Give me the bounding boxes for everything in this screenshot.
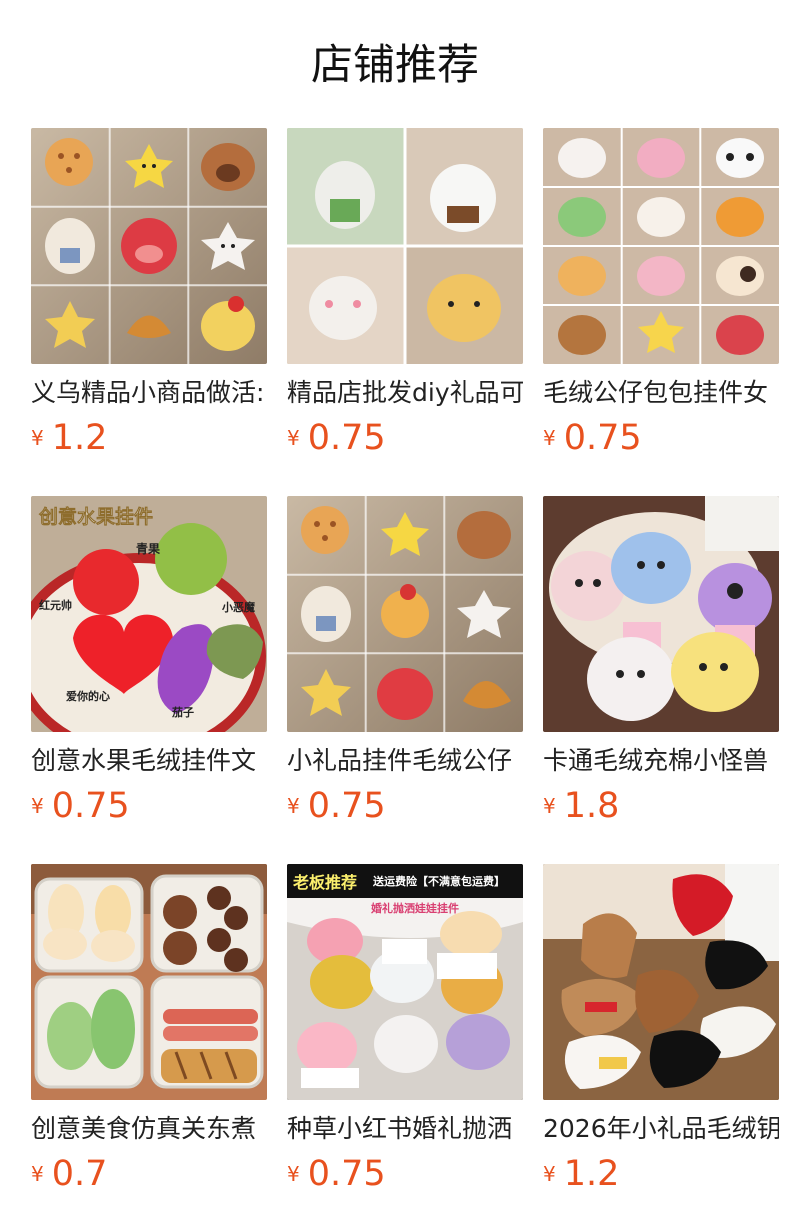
- product-price: ¥1.2: [31, 416, 107, 460]
- product-title[interactable]: 创意美食仿真关东煮: [31, 1112, 267, 1146]
- price-value: 1.8: [563, 786, 620, 826]
- product-image-plush-grid[interactable]: [287, 128, 523, 364]
- currency-symbol: ¥: [287, 1162, 300, 1186]
- product-image-horse-plush[interactable]: [543, 864, 779, 1100]
- fruit-label-red-apple: 红元帅: [39, 598, 72, 612]
- product-price: ¥1.8: [543, 784, 619, 828]
- fruit-label-monster: 小恶魔: [221, 600, 256, 614]
- page-title: 店铺推荐: [310, 40, 479, 89]
- product-card[interactable]: 创意水果挂件 青果 红元帅 小恶魔 爱你的心 茄子 创意水果毛绒挂件文 ¥0.7…: [31, 496, 267, 836]
- price-value: 1.2: [51, 418, 108, 458]
- product-title[interactable]: 毛绒公仔包包挂件女: [543, 376, 779, 410]
- product-title[interactable]: 精品店批发diy礼品可: [287, 376, 523, 410]
- wedding-label-product: 婚礼抛洒娃娃挂件: [371, 901, 459, 915]
- product-card[interactable]: 老板推荐 送运费险【不满意包运费】 婚礼抛洒娃娃挂件 种草小红书婚礼抛洒 ¥0.…: [287, 864, 523, 1204]
- wedding-label-boss: 老板推荐: [292, 873, 357, 892]
- product-card[interactable]: 义乌精品小商品做活: ¥1.2: [31, 128, 267, 468]
- currency-symbol: ¥: [287, 794, 300, 818]
- fruit-label-green-apple: 青果: [136, 541, 160, 556]
- product-image-plush-grid[interactable]: [287, 496, 523, 732]
- product-price: ¥0.75: [31, 784, 130, 828]
- product-card[interactable]: 卡通毛绒充棉小怪兽 ¥1.8: [543, 496, 779, 836]
- product-title[interactable]: 种草小红书婚礼抛洒: [287, 1112, 523, 1146]
- product-title[interactable]: 卡通毛绒充棉小怪兽: [543, 744, 779, 778]
- price-value: 0.75: [51, 786, 130, 826]
- price-value: 0.7: [51, 1154, 108, 1194]
- currency-symbol: ¥: [543, 794, 556, 818]
- price-value: 0.75: [307, 786, 386, 826]
- product-card[interactable]: 创意美食仿真关东煮 ¥0.7: [31, 864, 267, 1204]
- price-value: 0.75: [307, 418, 386, 458]
- currency-symbol: ¥: [31, 426, 44, 450]
- shop-recommend-header: 店铺推荐: [0, 0, 790, 128]
- product-price: ¥1.2: [543, 1152, 619, 1196]
- fruit-label-eggplant: 茄子: [171, 705, 194, 719]
- product-card[interactable]: 小礼品挂件毛绒公仔 ¥0.75: [287, 496, 523, 836]
- product-price: ¥0.75: [543, 416, 642, 460]
- price-value: 0.75: [307, 1154, 386, 1194]
- currency-symbol: ¥: [31, 1162, 44, 1186]
- currency-symbol: ¥: [287, 426, 300, 450]
- currency-symbol: ¥: [543, 426, 556, 450]
- product-price: ¥0.7: [31, 1152, 107, 1196]
- product-price: ¥0.75: [287, 1152, 386, 1196]
- product-card[interactable]: 精品店批发diy礼品可 ¥0.75: [287, 128, 523, 468]
- product-price: ¥0.75: [287, 416, 386, 460]
- currency-symbol: ¥: [31, 794, 44, 818]
- product-image-monster-plush[interactable]: [543, 496, 779, 732]
- price-value: 1.2: [563, 1154, 620, 1194]
- price-value: 0.75: [563, 418, 642, 458]
- product-image-plush-grid[interactable]: [543, 128, 779, 364]
- product-title[interactable]: 小礼品挂件毛绒公仔: [287, 744, 523, 778]
- product-price: ¥0.75: [287, 784, 386, 828]
- wedding-label-shipping: 送运费险【不满意包运费】: [372, 874, 505, 888]
- product-card[interactable]: 2026年小礼品毛绒钥 ¥1.2: [543, 864, 779, 1204]
- product-card[interactable]: 毛绒公仔包包挂件女 ¥0.75: [543, 128, 779, 468]
- product-title[interactable]: 创意水果毛绒挂件文: [31, 744, 267, 778]
- currency-symbol: ¥: [543, 1162, 556, 1186]
- fruit-label-brand: 创意水果挂件: [38, 505, 153, 528]
- product-image-plush-grid[interactable]: [31, 128, 267, 364]
- product-image-food-plush[interactable]: [31, 864, 267, 1100]
- product-title[interactable]: 义乌精品小商品做活:: [31, 376, 267, 410]
- product-title[interactable]: 2026年小礼品毛绒钥: [543, 1112, 779, 1146]
- product-image-wedding-plush[interactable]: 老板推荐 送运费险【不满意包运费】 婚礼抛洒娃娃挂件: [287, 864, 523, 1100]
- fruit-label-heart: 爱你的心: [66, 689, 110, 703]
- product-image-fruit-plush[interactable]: 创意水果挂件 青果 红元帅 小恶魔 爱你的心 茄子: [31, 496, 267, 732]
